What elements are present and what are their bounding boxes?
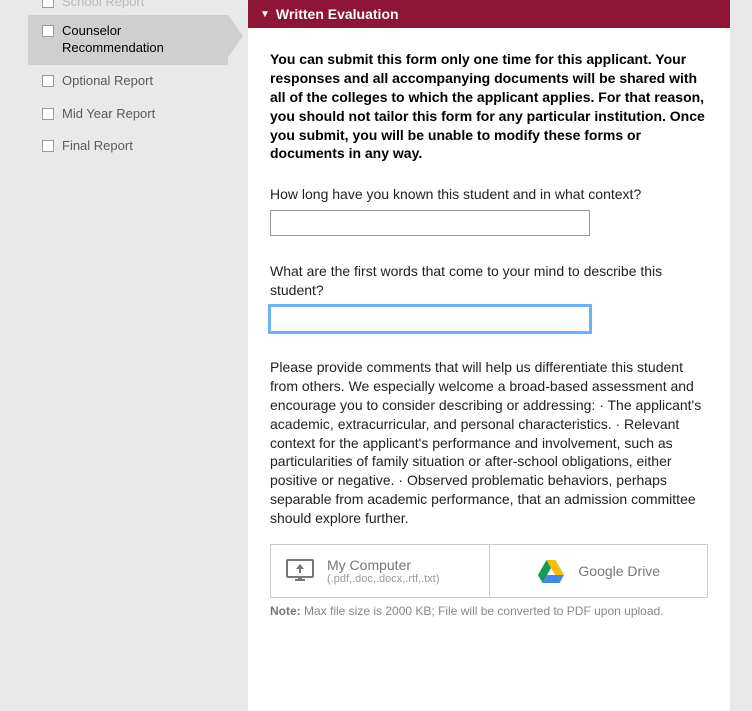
sidebar-item-label: Counselor Recommendation	[62, 23, 218, 57]
sidebar-item-final-report[interactable]: Final Report	[28, 130, 228, 163]
form-body: You can submit this form only one time f…	[248, 28, 730, 630]
checkbox-icon	[42, 75, 54, 87]
question-3-label: Please provide comments that will help u…	[270, 358, 708, 528]
question-2-label: What are the first words that come to yo…	[270, 262, 708, 300]
checkbox-icon	[42, 108, 54, 120]
monitor-upload-icon	[285, 557, 315, 585]
question-1-label: How long have you known this student and…	[270, 185, 708, 204]
checkbox-icon	[42, 140, 54, 152]
sidebar-item-mid-year-report[interactable]: Mid Year Report	[28, 98, 228, 131]
collapse-icon: ▼	[260, 9, 270, 20]
checkbox-icon	[42, 25, 54, 37]
section-header[interactable]: ▼ Written Evaluation	[248, 0, 730, 28]
sidebar-item-school-report[interactable]: School Report	[28, 0, 228, 15]
left-gutter	[0, 0, 28, 711]
app-root: School Report Counselor Recommendation O…	[0, 0, 752, 711]
upload-computer-label: My Computer	[327, 557, 439, 573]
sidebar-item-label: Final Report	[62, 138, 133, 155]
sidebar-item-counselor-recommendation[interactable]: Counselor Recommendation	[28, 15, 228, 65]
section-title: Written Evaluation	[276, 6, 399, 22]
sidebar-item-label: Optional Report	[62, 73, 153, 90]
question-1-input[interactable]	[270, 210, 590, 236]
sidebar-item-label: Mid Year Report	[62, 106, 155, 123]
upload-google-drive-button[interactable]: Google Drive	[489, 545, 708, 597]
upload-my-computer-button[interactable]: My Computer (.pdf,.doc,.docx,.rtf,.txt)	[271, 545, 489, 597]
upload-note: Note: Max file size is 2000 KB; File wil…	[270, 604, 708, 620]
content-panel: ▼ Written Evaluation You can submit this…	[248, 0, 730, 711]
intro-text: You can submit this form only one time f…	[270, 50, 708, 163]
checkbox-icon	[42, 0, 54, 8]
upload-drive-label: Google Drive	[578, 563, 660, 579]
google-drive-icon	[536, 557, 566, 585]
sidebar-item-optional-report[interactable]: Optional Report	[28, 65, 228, 98]
sidebar: School Report Counselor Recommendation O…	[28, 0, 228, 711]
right-gutter	[730, 0, 752, 711]
note-prefix: Note:	[270, 604, 301, 618]
content-gap	[228, 0, 248, 711]
upload-row: My Computer (.pdf,.doc,.docx,.rtf,.txt) …	[270, 544, 708, 598]
upload-label-wrap: My Computer (.pdf,.doc,.docx,.rtf,.txt)	[327, 557, 439, 585]
sidebar-item-label: School Report	[62, 0, 144, 11]
question-2-input[interactable]	[270, 306, 590, 332]
note-text: Max file size is 2000 KB; File will be c…	[301, 604, 664, 618]
upload-computer-types: (.pdf,.doc,.docx,.rtf,.txt)	[327, 573, 439, 585]
